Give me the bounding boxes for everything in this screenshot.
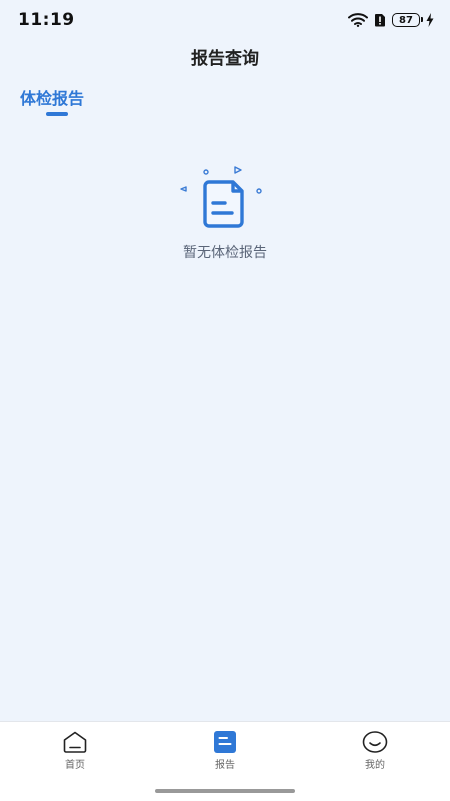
empty-state-message: 暂无体检报告 xyxy=(183,245,267,261)
wifi-icon xyxy=(348,13,368,27)
document-icon xyxy=(180,166,262,228)
nav-label-profile: 我的 xyxy=(365,760,385,771)
status-time: 11:19 xyxy=(18,10,75,30)
home-indicator[interactable] xyxy=(155,789,295,793)
sim-alert-icon xyxy=(375,14,385,27)
tab-health-report[interactable]: 体检报告 xyxy=(20,88,110,120)
nav-label-report: 报告 xyxy=(215,760,235,771)
battery-level: 87 xyxy=(399,14,413,26)
nav-item-profile[interactable]: 我的 xyxy=(335,730,415,772)
tab-label: 体检报告 xyxy=(20,89,85,108)
status-icons: 87 xyxy=(348,10,434,30)
nav-item-report[interactable]: 报告 xyxy=(185,730,265,772)
nav-label-home: 首页 xyxy=(65,760,85,771)
page-title: 报告查询 xyxy=(191,49,259,69)
home-icon xyxy=(63,731,87,753)
tab-active-indicator xyxy=(46,112,68,116)
empty-state: 暂无体检报告 xyxy=(0,164,450,262)
battery-icon: 87 xyxy=(392,13,423,27)
nav-item-home[interactable]: 首页 xyxy=(35,730,115,772)
status-bar: 11:19 87 xyxy=(0,0,450,38)
charging-icon xyxy=(426,13,434,27)
smile-icon xyxy=(362,731,388,753)
report-icon xyxy=(214,731,236,753)
